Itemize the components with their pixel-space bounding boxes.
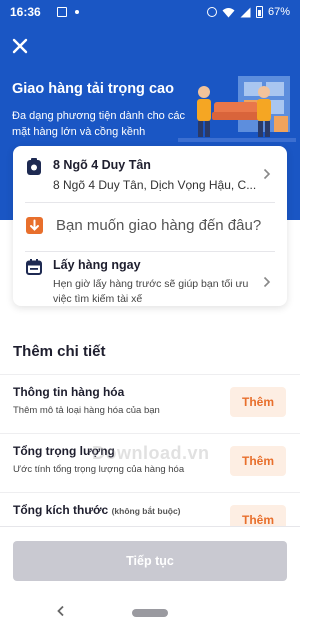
- status-bar: 16:36 67%: [0, 0, 300, 24]
- focus-mode-icon: [206, 7, 217, 17]
- pickup-row[interactable]: 8 Ngõ 4 Duy Tân 8 Ngõ 4 Duy Tân, Dịch Vọ…: [13, 146, 287, 202]
- add-goods-info-button[interactable]: Thêm: [230, 387, 286, 417]
- status-right: 67%: [206, 6, 290, 18]
- destination-row[interactable]: Bạn muốn giao hàng đến đâu?: [13, 203, 287, 251]
- destination-input: Bạn muốn giao hàng đến đâu?: [56, 217, 262, 234]
- chevron-right-icon: [263, 168, 271, 180]
- address-card: 8 Ngõ 4 Duy Tân 8 Ngõ 4 Duy Tân, Dịch Vọ…: [13, 146, 287, 306]
- pickup-address: 8 Ngõ 4 Duy Tân, Dịch Vọng Hậu, C...: [53, 178, 257, 192]
- pickup-time-subtitle: Hẹn giờ lấy hàng trước sẽ giúp bạn tối ư…: [53, 278, 249, 305]
- close-button[interactable]: [8, 34, 32, 58]
- destination-icon: [26, 217, 43, 234]
- watermark: Download.vn: [92, 443, 210, 463]
- close-icon: [12, 38, 28, 54]
- detail-title-text: Thông tin hàng hóa: [13, 385, 125, 399]
- pickup-time-title: Lấy hàng ngay: [53, 258, 141, 272]
- battery-percent: 67%: [267, 6, 290, 18]
- battery-icon: [255, 6, 263, 18]
- gallery-notification-icon: [56, 7, 67, 17]
- calendar-icon: [26, 259, 42, 275]
- details-section-title: Thêm chi tiết: [13, 343, 106, 360]
- signal-icon: [240, 7, 251, 17]
- bottom-action-bar: Tiếp tục: [0, 526, 300, 594]
- optional-note: (không bắt buộc): [111, 506, 181, 516]
- detail-item-subtitle: Ước tính tổng trọng lượng của hàng hóa: [13, 464, 185, 475]
- continue-button[interactable]: Tiếp tục: [13, 541, 287, 581]
- notification-dot-icon: [74, 10, 79, 14]
- wifi-icon: [222, 7, 235, 17]
- system-nav-bar: [0, 594, 300, 633]
- detail-item-title: Tổng kích thước (không bắt buộc): [13, 503, 181, 517]
- chevron-right-icon: [263, 276, 271, 288]
- detail-item-goods-info: Thông tin hàng hóa Thêm mô tả loại hàng …: [0, 374, 300, 432]
- add-total-weight-button[interactable]: Thêm: [230, 446, 286, 476]
- movers-illustration: [178, 76, 296, 142]
- page-subtitle: Đa dạng phương tiện dành cho các mặt hàn…: [12, 110, 185, 138]
- detail-item-subtitle: Thêm mô tả loại hàng hóa của bạn: [13, 405, 160, 416]
- status-left: 16:36: [10, 5, 79, 19]
- back-icon[interactable]: [56, 605, 66, 617]
- status-time: 16:36: [10, 5, 41, 19]
- detail-title-text: Tổng kích thước: [13, 503, 109, 517]
- detail-item-title: Thông tin hàng hóa: [13, 385, 124, 399]
- home-pill[interactable]: [132, 609, 168, 617]
- pickup-location-icon: [27, 158, 41, 175]
- pickup-title: 8 Ngõ 4 Duy Tân: [53, 158, 151, 172]
- pickup-time-row[interactable]: Lấy hàng ngay Hẹn giờ lấy hàng trước sẽ …: [13, 252, 287, 306]
- page-title: Giao hàng tải trọng cao: [12, 81, 174, 97]
